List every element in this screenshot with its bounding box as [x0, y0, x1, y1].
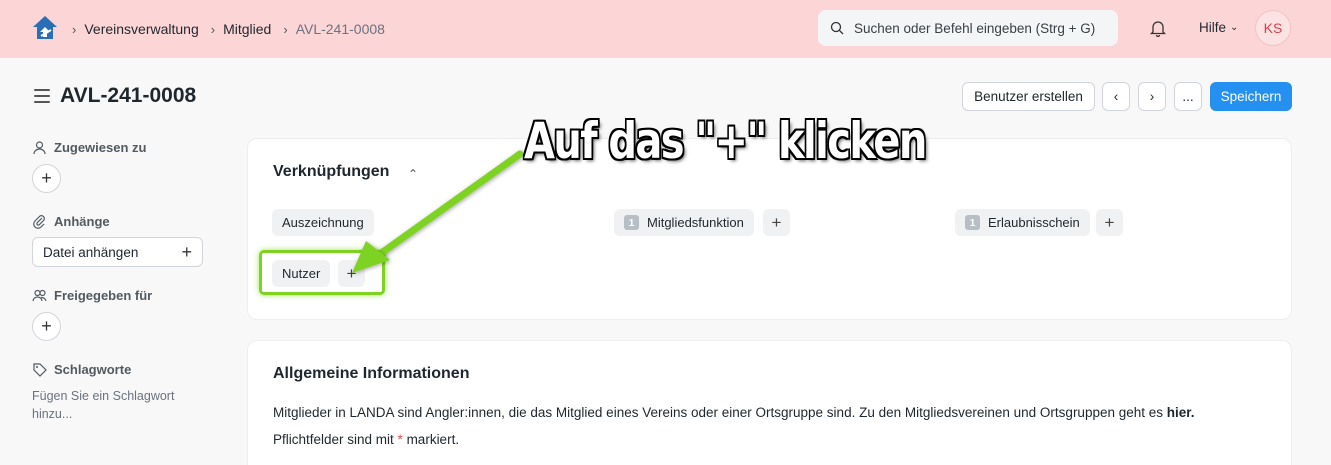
annotation-arrow — [352, 150, 524, 273]
annotation-text: Auf das "+" klicken — [524, 112, 927, 170]
